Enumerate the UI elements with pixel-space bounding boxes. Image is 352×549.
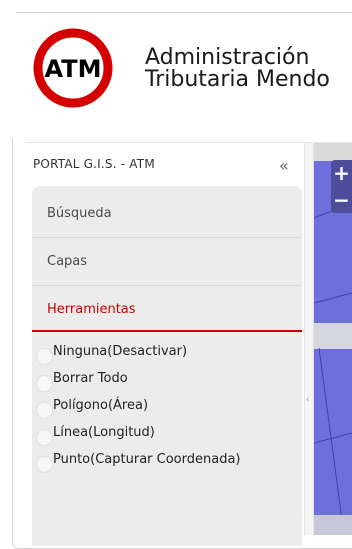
header-divider — [25, 142, 352, 143]
radio-button[interactable] — [36, 348, 53, 365]
radio-button[interactable] — [36, 456, 53, 473]
brand-line-2: Tributaria Mendo — [145, 67, 330, 92]
tool-label: Línea(Longitud) — [53, 425, 155, 440]
active-accordion-underline — [32, 330, 302, 332]
tool-ninguna[interactable]: Ninguna(Desactivar) — [33, 340, 303, 367]
radio-button[interactable] — [36, 402, 53, 419]
tool-label: Ninguna(Desactivar) — [53, 344, 188, 359]
brand-line-1: Administración — [145, 45, 310, 70]
tool-poligono[interactable]: Polígono(Área) — [33, 394, 303, 421]
accordion-label: Herramientas — [47, 302, 136, 317]
tools-list: Ninguna(Desactivar) Borrar Todo Polígono… — [33, 340, 303, 475]
tool-punto[interactable]: Punto(Capturar Coordenada) — [33, 448, 303, 475]
header: ATM Administración Tributaria Mendo — [12, 13, 352, 138]
brand-name: Administración Tributaria Mendo — [145, 47, 330, 91]
panel-title: PORTAL G.I.S. - ATM — [33, 157, 155, 171]
splitter-arrow-icon[interactable]: ‹ — [306, 395, 310, 405]
accordion-label: Capas — [47, 254, 88, 269]
accordion-label: Búsqueda — [47, 206, 112, 221]
tool-label: Borrar Todo — [53, 371, 128, 386]
tool-borrar-todo[interactable]: Borrar Todo — [33, 367, 303, 394]
atm-logo: ATM — [33, 28, 113, 108]
tool-label: Punto(Capturar Coordenada) — [53, 452, 241, 467]
collapse-panel-icon[interactable]: « — [279, 156, 289, 175]
accordion-herramientas[interactable]: Herramientas — [32, 286, 302, 334]
tool-linea[interactable]: Línea(Longitud) — [33, 421, 303, 448]
zoom-in-button[interactable]: + — [331, 161, 352, 185]
radio-button[interactable] — [36, 375, 53, 392]
zoom-control: + − — [331, 160, 352, 213]
zoom-out-button[interactable]: − — [331, 188, 352, 212]
accordion-capas[interactable]: Capas — [32, 238, 302, 286]
radio-button[interactable] — [36, 429, 53, 446]
accordion-busqueda[interactable]: Búsqueda — [32, 190, 302, 238]
logo-text: ATM — [45, 55, 102, 83]
panel-splitter[interactable]: ‹ — [304, 143, 314, 535]
tool-label: Polígono(Área) — [53, 398, 149, 413]
